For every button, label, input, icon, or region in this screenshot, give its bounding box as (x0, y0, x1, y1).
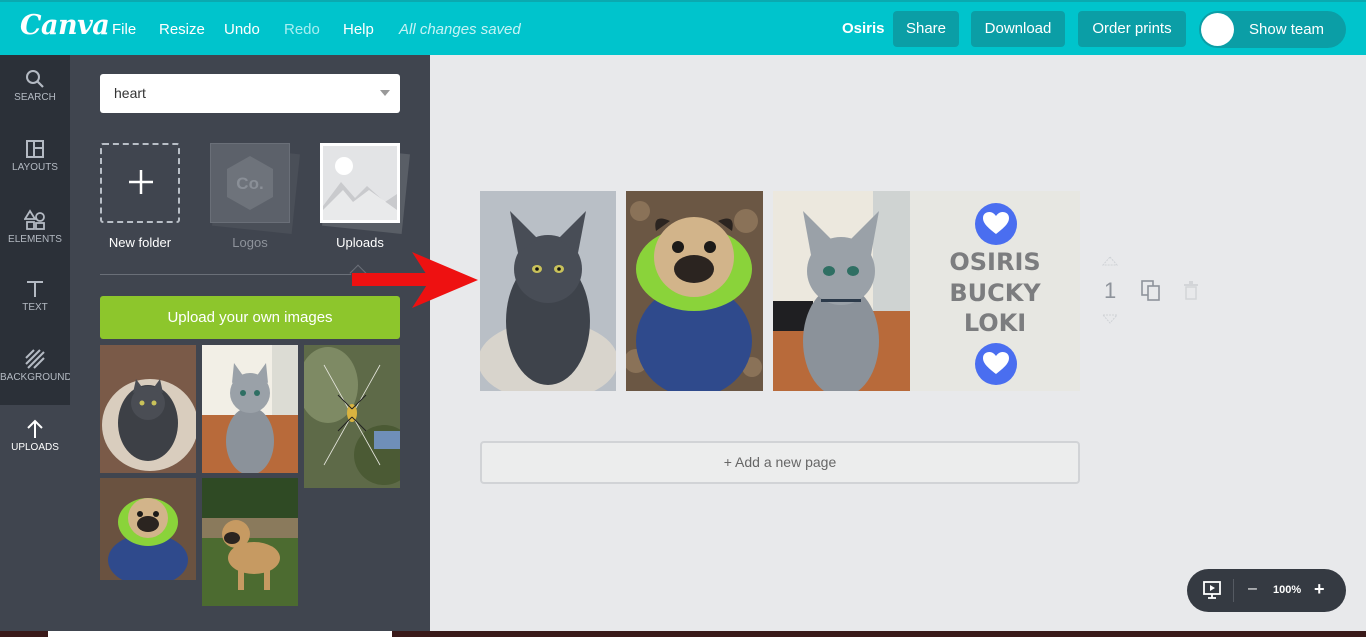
rail-elements[interactable]: ELEMENTS (0, 195, 70, 265)
menu-resize[interactable]: Resize (159, 21, 205, 38)
name-osiris: OSIRIS (949, 248, 1041, 276)
canva-logo[interactable]: Canva (20, 10, 110, 41)
new-folder-button[interactable] (100, 143, 180, 223)
plus-icon (129, 170, 153, 194)
rail-layouts[interactable]: LAYOUTS (0, 125, 70, 195)
show-team-label: Show team (1249, 21, 1325, 38)
name-loki: LOKI (963, 309, 1027, 337)
rail-label: TEXT (22, 302, 48, 313)
add-page-button[interactable]: + Add a new page (480, 441, 1080, 484)
uploads-panel: heart New folder Co. Logos Uploads Uploa… (70, 55, 430, 637)
rail-lower-fill (0, 475, 70, 637)
upload-thumb-pug-grass[interactable] (202, 478, 298, 606)
upload-thumb-spider[interactable] (304, 345, 400, 488)
design-page[interactable]: OSIRIS BUCKY LOKI (480, 191, 1080, 391)
toggle-knob (1201, 13, 1234, 46)
present-icon[interactable] (1202, 580, 1222, 600)
zoom-level[interactable]: 100% (1273, 584, 1301, 596)
rail-label: LAYOUTS (12, 162, 58, 173)
trash-icon[interactable] (1183, 281, 1199, 300)
logos-placeholder-text: Co. (236, 174, 263, 193)
top-bar: Canva File Resize Undo Redo Help All cha… (0, 0, 1366, 55)
zoom-in-button[interactable]: + (1314, 579, 1325, 600)
download-button[interactable]: Download (971, 11, 1065, 47)
rail-text[interactable]: TEXT (0, 265, 70, 335)
uploads-folder[interactable] (320, 143, 400, 223)
photo-gray-cat[interactable] (480, 191, 616, 391)
taskbar-item (48, 631, 392, 637)
upload-thumb-gray-cat-bed[interactable] (100, 345, 196, 473)
rail-label: ELEMENTS (8, 234, 62, 245)
photo-tabby-cat[interactable] (773, 191, 910, 391)
move-page-up-icon[interactable] (1102, 256, 1118, 266)
save-status: All changes saved (399, 21, 521, 38)
zoom-out-button[interactable]: – (1248, 580, 1257, 598)
logo-hexagon-icon: Co. (227, 156, 273, 210)
photo-pug[interactable] (626, 191, 763, 391)
heart-icon[interactable] (975, 203, 1017, 245)
red-arrow-annotation (352, 252, 478, 308)
uploads-label: Uploads (336, 235, 384, 250)
text-icon (27, 281, 43, 297)
background-icon (25, 349, 45, 369)
upload-arrow-icon (27, 419, 43, 438)
rail-label: UPLOADS (11, 442, 59, 453)
copy-page-icon[interactable] (1141, 280, 1161, 302)
chevron-down-icon (380, 90, 390, 96)
zoom-bar: – 100% + (1187, 569, 1346, 612)
names-text-card[interactable]: OSIRIS BUCKY LOKI (910, 191, 1080, 391)
rail-label: SEARCH (14, 92, 56, 103)
search-icon (26, 70, 44, 88)
menu-redo[interactable]: Redo (284, 21, 320, 38)
rail-background[interactable]: BACKGROUND (0, 335, 72, 405)
rail-search[interactable]: SEARCH (0, 55, 70, 125)
upload-thumb-pug-hoodie[interactable] (100, 478, 196, 580)
left-rail: SEARCH LAYOUTS ELEMENTS TEXT BACKGROUND … (0, 55, 72, 637)
logos-label: Logos (232, 235, 268, 250)
menu-undo[interactable]: Undo (224, 21, 260, 38)
show-team-toggle[interactable]: Show team (1199, 11, 1346, 48)
menu-file[interactable]: File (112, 21, 136, 38)
layouts-icon (26, 140, 44, 158)
heart-icon[interactable] (975, 343, 1017, 385)
move-page-down-icon[interactable] (1102, 314, 1118, 324)
rail-uploads[interactable]: UPLOADS (0, 405, 70, 475)
share-button[interactable]: Share (893, 11, 959, 47)
new-folder-label: New folder (108, 235, 172, 250)
team-name[interactable]: Osiris (842, 20, 885, 37)
order-prints-button[interactable]: Order prints (1078, 11, 1186, 47)
upload-thumb-tabby-cat[interactable] (202, 345, 298, 473)
rail-label: BACKGROUND (0, 372, 72, 383)
pet-names[interactable]: OSIRIS BUCKY LOKI (910, 247, 1080, 339)
logos-folder[interactable]: Co. (210, 143, 290, 223)
zoom-separator (1233, 579, 1234, 602)
page-number: 1 (1104, 278, 1117, 303)
folder-select[interactable]: heart (100, 74, 400, 113)
menu-help[interactable]: Help (343, 21, 374, 38)
image-placeholder-icon (323, 146, 397, 220)
elements-icon (24, 209, 45, 230)
taskbar-strip (0, 631, 1366, 637)
name-bucky: BUCKY (949, 278, 1041, 307)
folder-select-value: heart (114, 85, 146, 101)
